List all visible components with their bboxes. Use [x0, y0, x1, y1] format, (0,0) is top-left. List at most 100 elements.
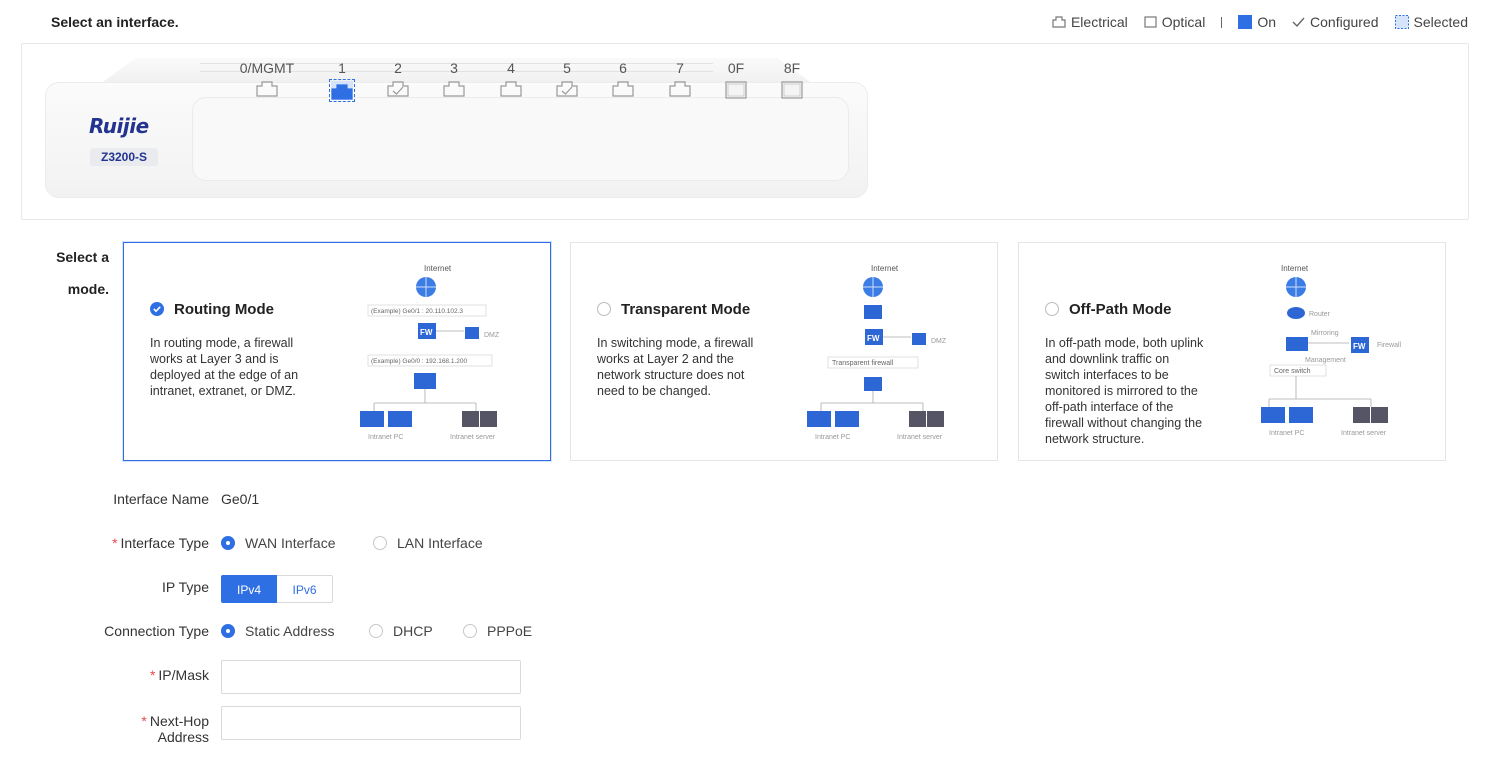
radio-unchecked-icon — [373, 536, 387, 550]
electrical-port-icon — [1052, 16, 1066, 28]
static-address-radio[interactable]: Static Address — [221, 623, 335, 639]
interface-type-label: * Interface Type — [112, 535, 209, 551]
electrical-port-icon — [593, 81, 653, 97]
on-square-icon — [1238, 15, 1253, 29]
optical-port-icon — [762, 81, 822, 99]
radio-unchecked-icon — [463, 624, 477, 638]
legend-configured-label: Configured — [1310, 14, 1379, 30]
mode-card-transparent[interactable]: Transparent Mode In switching mode, a fi… — [570, 242, 998, 461]
legend-electrical-label: Electrical — [1070, 14, 1128, 30]
next-hop-input[interactable] — [221, 706, 521, 740]
port-label: 2 — [394, 60, 402, 76]
diagram-server: Intranet server — [450, 434, 496, 441]
page-title: Select an interface. — [51, 14, 179, 30]
svg-text:FW: FW — [867, 334, 880, 343]
legend-configured: Configured — [1292, 14, 1379, 30]
connection-type-label: Connection Type — [104, 623, 209, 639]
optical-port-icon — [706, 81, 766, 99]
legend-optical: Optical — [1144, 14, 1206, 30]
diagram-uplink: (Example) Ge0/1 : 20.110.102.3 — [371, 308, 463, 315]
configured-port-icon — [368, 81, 428, 97]
port-label: 6 — [619, 60, 627, 76]
routing-topology-diagram: Internet (Example) Ge0/1 : 20.110.102.3 … — [360, 264, 500, 441]
diagram-server: Intranet server — [1341, 430, 1387, 437]
brand-logo: Ruijie — [89, 114, 149, 138]
port-1[interactable]: 1 — [312, 60, 372, 103]
ip-mask-label: * IP/Mask — [149, 667, 209, 683]
electrical-port-icon — [329, 79, 355, 102]
svg-text:FW: FW — [1353, 342, 1366, 351]
mode-label-line1: Select a — [56, 249, 109, 265]
lan-interface-radio[interactable]: LAN Interface — [373, 535, 483, 551]
svg-text:FW: FW — [420, 328, 433, 337]
ipv4-button[interactable]: IPv4 — [221, 575, 277, 603]
port-label: 4 — [507, 60, 515, 76]
diagram-pc: Intranet PC — [368, 434, 403, 441]
port-8f[interactable]: 8F — [762, 60, 822, 99]
legend-on: On — [1238, 14, 1276, 30]
port-5[interactable]: 5 — [537, 60, 597, 97]
port-label: 5 — [563, 60, 571, 76]
transparent-topology-diagram: Internet FW DMZ Transparent firewall Int… — [807, 264, 947, 441]
port-6[interactable]: 6 — [593, 60, 653, 97]
configured-port-icon — [537, 81, 597, 97]
port-2[interactable]: 2 — [368, 60, 428, 97]
ip-mask-input[interactable] — [221, 660, 521, 694]
pppoe-radio[interactable]: PPPoE — [463, 623, 532, 639]
port-label: 0F — [727, 60, 745, 76]
diagram-core: Core switch — [1274, 368, 1311, 375]
selected-square-icon — [1394, 15, 1409, 29]
electrical-port-icon — [424, 81, 484, 97]
port-label: 1 — [338, 60, 346, 76]
diagram-mirroring: Mirroring — [1311, 330, 1339, 337]
ipv6-button[interactable]: IPv6 — [277, 575, 333, 603]
ip-type-toggle: IPv4 IPv6 — [221, 575, 333, 603]
legend-electrical: Electrical — [1052, 14, 1128, 30]
port-0f[interactable]: 0F — [706, 60, 766, 99]
mode-card-desc: In off-path mode, both uplink and downli… — [1045, 336, 1204, 446]
legend-divider — [1221, 16, 1223, 28]
mode-card-title: Off-Path Mode — [1069, 301, 1172, 318]
interface-name-value: Ge0/1 — [221, 491, 260, 507]
wan-interface-radio[interactable]: WAN Interface — [221, 535, 336, 551]
port-0-mgmt[interactable]: 0/MGMT — [237, 60, 297, 97]
diagram-server: Intranet server — [897, 434, 943, 441]
port-frame — [192, 97, 849, 181]
diagram-dmz: DMZ — [484, 332, 500, 339]
mode-label-line2: mode. — [67, 281, 109, 297]
diagram-pc: Intranet PC — [815, 434, 850, 441]
optical-port-icon — [1144, 16, 1157, 28]
electrical-port-icon — [237, 81, 297, 97]
port-4[interactable]: 4 — [481, 60, 541, 97]
legend-selected-label: Selected — [1413, 14, 1468, 30]
legend-selected: Selected — [1394, 14, 1468, 30]
mode-card-title: Transparent Mode — [621, 301, 751, 318]
ip-type-label: IP Type — [162, 579, 209, 595]
diagram-fw-label: Transparent firewall — [832, 360, 894, 367]
diagram-internet: Internet — [1281, 264, 1309, 273]
dhcp-radio[interactable]: DHCP — [369, 623, 433, 639]
diagram-downlink: (Example) Ge0/0 : 192.168.1.200 — [371, 358, 468, 365]
legend-optical-label: Optical — [1161, 14, 1206, 30]
mode-card-desc: In routing mode, a firewall works at Lay… — [150, 336, 299, 398]
legend-on-label: On — [1257, 14, 1277, 30]
port-label: 0/MGMT — [239, 60, 295, 76]
port-3[interactable]: 3 — [424, 60, 484, 97]
port-label: 3 — [450, 60, 458, 76]
mode-card-title: Routing Mode — [174, 301, 274, 318]
next-hop-label: * Next-Hop Address — [141, 713, 209, 745]
port-legend: Electrical Optical On Configured Selecte… — [1036, 14, 1468, 30]
diagram-internet: Internet — [424, 264, 452, 273]
mode-card-offpath[interactable]: Off-Path Mode In off-path mode, both upl… — [1018, 242, 1446, 461]
mode-card-routing[interactable]: Routing Mode In routing mode, a firewall… — [123, 242, 551, 461]
diagram-dmz: DMZ — [931, 338, 947, 345]
radio-checked-icon — [150, 302, 164, 316]
radio-unchecked-icon — [597, 302, 611, 316]
interface-name-label: Interface Name — [113, 491, 209, 507]
mode-card-desc: In switching mode, a firewall works at L… — [597, 336, 754, 398]
radio-checked-icon — [221, 624, 235, 638]
diagram-router: Router — [1309, 311, 1331, 318]
device-model: Z3200-S — [90, 148, 158, 166]
diagram-management: Management — [1305, 357, 1346, 364]
port-7[interactable]: 7 — [650, 60, 710, 97]
